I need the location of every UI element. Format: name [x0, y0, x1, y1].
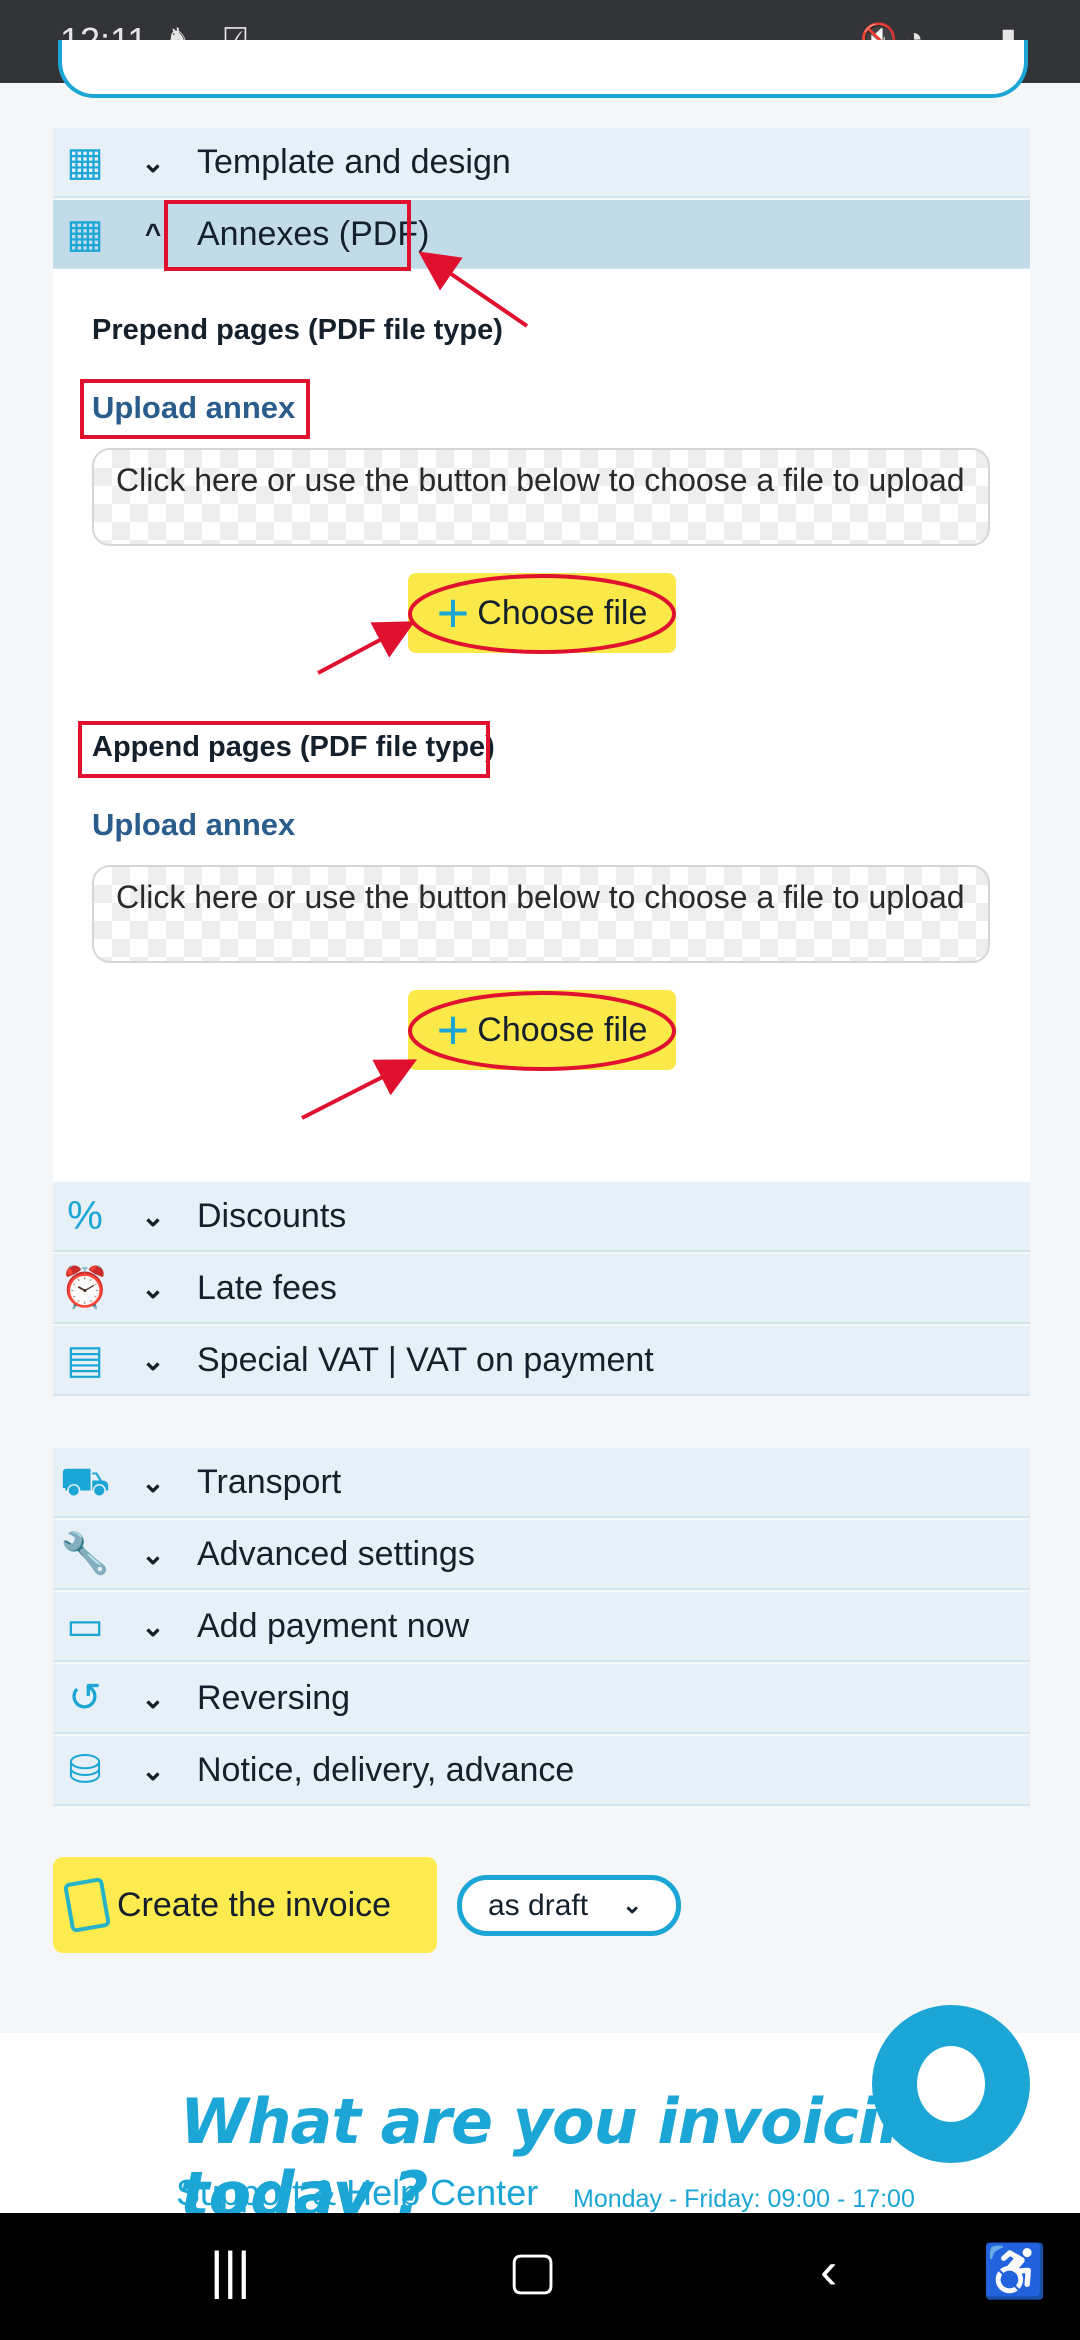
- back-button[interactable]: ‹: [820, 2241, 837, 2301]
- section-add-payment[interactable]: ▭ ⌄ Add payment now: [53, 1592, 1030, 1662]
- button-label: Choose file: [477, 593, 648, 632]
- chevron-down-icon: ⌄: [141, 1610, 165, 1642]
- percent-icon: %: [67, 1194, 103, 1238]
- append-dropzone[interactable]: Click here or use the button below to ch…: [92, 865, 990, 963]
- chevron-down-icon: ⌄: [141, 1682, 165, 1714]
- chevron-down-icon: ⌄: [141, 1272, 165, 1304]
- section-label: Transport: [197, 1462, 342, 1501]
- home-button[interactable]: ▢: [508, 2241, 557, 2301]
- navigation-bar: ||| ▢ ‹ ♿: [0, 2213, 1080, 2340]
- section-reversing[interactable]: ↺ ⌄ Reversing: [53, 1664, 1030, 1734]
- section-label: Advanced settings: [197, 1534, 475, 1573]
- section-label: Discounts: [197, 1196, 347, 1235]
- chevron-up-icon: ^: [144, 218, 162, 249]
- prepend-upload-label: Upload annex: [92, 390, 296, 425]
- chevron-down-icon: ⌄: [141, 1200, 165, 1232]
- accessibility-icon[interactable]: ♿: [982, 2241, 1047, 2302]
- hand-truck-icon: ⛁: [68, 1748, 102, 1792]
- invoice-mode-select[interactable]: as draft ⌄: [457, 1875, 681, 1936]
- append-choose-file-button[interactable]: + Choose file: [408, 990, 676, 1070]
- invoice-icon: [62, 1876, 112, 1934]
- truck-icon: ⛟: [59, 1460, 111, 1504]
- chat-bubble-icon: [917, 2046, 985, 2122]
- plus-icon: +: [436, 998, 470, 1061]
- section-special-vat[interactable]: ▤ ⌄ Special VAT | VAT on payment: [53, 1326, 1030, 1396]
- section-advanced-settings[interactable]: 🔧 ⌄ Advanced settings: [53, 1520, 1030, 1590]
- section-discounts[interactable]: % ⌄ Discounts: [53, 1182, 1030, 1252]
- section-annexes[interactable]: ▦ ^ Annexes (PDF): [53, 200, 1030, 270]
- section-label: Late fees: [197, 1268, 337, 1307]
- recent-apps-button[interactable]: |||: [210, 2241, 251, 2301]
- section-template-and-design[interactable]: ▦ ⌄ Template and design: [53, 128, 1030, 198]
- chat-button[interactable]: [872, 2005, 1030, 2163]
- support-hours: Monday - Friday: 09:00 - 17:00: [573, 2185, 915, 2213]
- section-transport[interactable]: ⛟ ⌄ Transport: [53, 1448, 1030, 1518]
- section-label: Annexes (PDF): [197, 214, 430, 253]
- section-label: Notice, delivery, advance: [197, 1750, 575, 1789]
- section-late-fees[interactable]: ⏰ ⌄ Late fees: [53, 1254, 1030, 1324]
- chevron-down-icon: ⌄: [141, 1538, 165, 1570]
- plus-icon: +: [436, 581, 470, 644]
- create-invoice-button[interactable]: Create the invoice: [53, 1857, 437, 1953]
- alarm-clock-icon: ⏰: [60, 1266, 110, 1310]
- prepend-dropzone[interactable]: Click here or use the button below to ch…: [92, 448, 990, 546]
- section-label: Add payment now: [197, 1606, 470, 1645]
- append-upload-label: Upload annex: [92, 807, 296, 842]
- chevron-down-icon: ⌄: [141, 1344, 165, 1376]
- chevron-down-icon: ⌄: [141, 1466, 165, 1498]
- prepend-title: Prepend pages (PDF file type): [92, 314, 503, 346]
- top-input-field[interactable]: [58, 40, 1028, 98]
- section-notice-delivery-advance[interactable]: ⛁ ⌄ Notice, delivery, advance: [53, 1736, 1030, 1806]
- prepend-choose-file-button[interactable]: + Choose file: [408, 573, 676, 653]
- append-title: Append pages (PDF file type): [92, 731, 495, 763]
- button-label: Choose file: [477, 1010, 648, 1049]
- section-label: Special VAT | VAT on payment: [197, 1340, 654, 1379]
- section-label: Template and design: [197, 142, 511, 181]
- section-label: Reversing: [197, 1678, 351, 1717]
- chevron-down-icon: ⌄: [141, 1754, 165, 1786]
- invoice-template-icon: ▦: [66, 212, 104, 256]
- payment-card-icon: ▭: [66, 1604, 104, 1648]
- invoice-template-icon: ▦: [66, 140, 104, 184]
- select-value: as draft: [488, 1888, 589, 1922]
- calculator-icon: ▤: [66, 1338, 104, 1382]
- support-link[interactable]: Support & Help Center: [176, 2172, 538, 2214]
- button-label: Create the invoice: [117, 1885, 392, 1924]
- wrench-icon: 🔧: [60, 1532, 110, 1576]
- chevron-down-icon: ⌄: [141, 146, 165, 178]
- reverse-arrow-icon: ↺: [68, 1676, 102, 1720]
- chevron-down-icon: ⌄: [622, 1892, 643, 1919]
